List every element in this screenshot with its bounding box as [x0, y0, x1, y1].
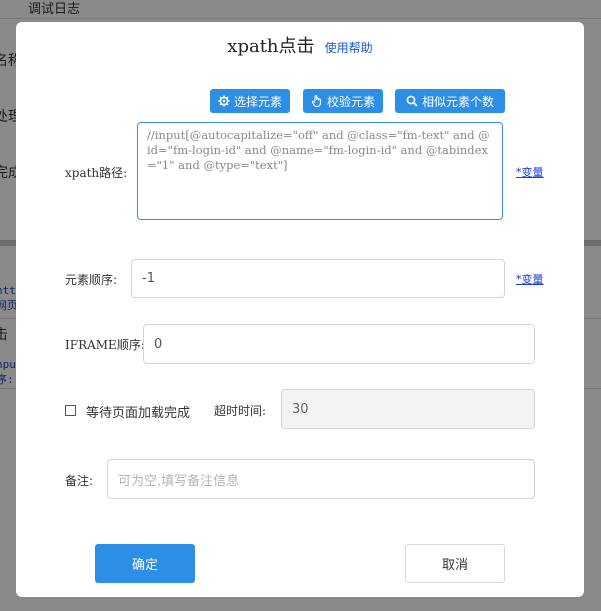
- verify-element-label: 校验元素: [326, 94, 375, 109]
- similar-count-label: 相似元素个数: [421, 94, 494, 109]
- xpath-textarea[interactable]: //input[@autocapitalize="off" and @class…: [137, 122, 503, 220]
- element-order-label: 元素顺序:: [65, 273, 118, 287]
- confirm-button[interactable]: 确定: [95, 544, 195, 583]
- verify-element-button[interactable]: 校验元素: [303, 89, 383, 113]
- wait-page-checkbox[interactable]: [65, 405, 76, 416]
- dialog-header: xpath点击 使用帮助: [16, 32, 584, 58]
- timeout-input[interactable]: 30: [281, 389, 535, 429]
- search-icon: [406, 95, 418, 107]
- note-input[interactable]: 可为空,填写备注信息: [107, 459, 535, 499]
- element-order-input[interactable]: -1: [131, 259, 505, 298]
- timeout-label: 超时时间:: [214, 404, 267, 418]
- cancel-button[interactable]: 取消: [405, 544, 505, 583]
- note-label: 备注:: [65, 474, 94, 488]
- xpath-click-dialog: xpath点击 使用帮助 选择元素 校验元素 相似元素个数 xpath路径: /…: [16, 22, 584, 597]
- element-order-variable-link[interactable]: *变量: [516, 271, 544, 287]
- similar-count-button[interactable]: 相似元素个数: [395, 89, 505, 113]
- iframe-order-label: IFRAME顺序:: [65, 338, 145, 352]
- xpath-variable-link[interactable]: *变量: [516, 164, 544, 180]
- gear-icon: [218, 95, 230, 107]
- dialog-title: xpath点击: [227, 36, 315, 57]
- iframe-order-input[interactable]: 0: [143, 324, 535, 364]
- hand-pointer-icon: [311, 95, 321, 107]
- xpath-label: xpath路径:: [65, 166, 128, 180]
- select-element-label: 选择元素: [233, 94, 282, 109]
- select-element-button[interactable]: 选择元素: [210, 89, 290, 113]
- help-link[interactable]: 使用帮助: [325, 41, 373, 55]
- wait-page-label[interactable]: 等待页面加载完成: [86, 402, 190, 421]
